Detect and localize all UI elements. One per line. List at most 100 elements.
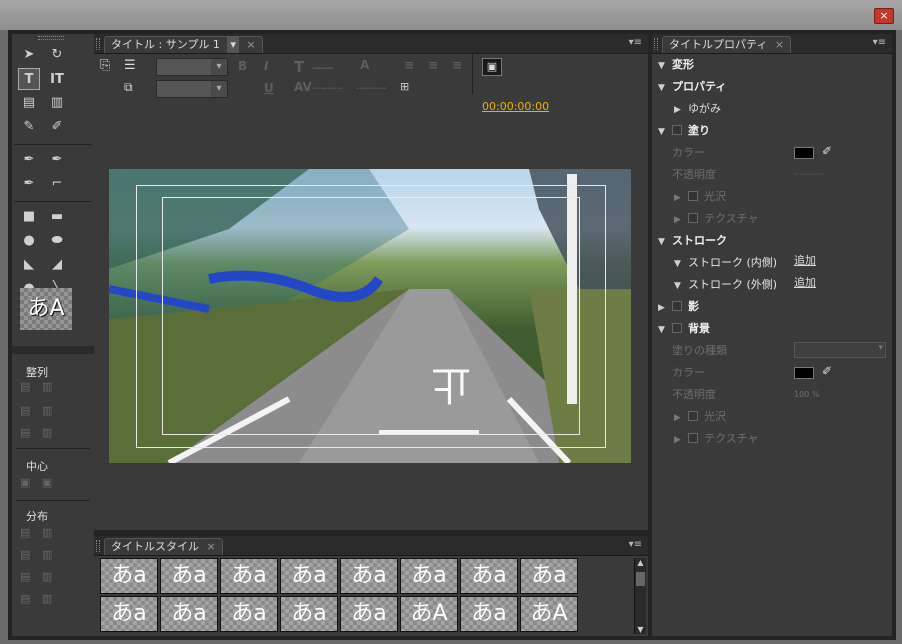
properties-section[interactable]: ▼ プロパティ — [658, 78, 726, 96]
sheen-checkbox[interactable] — [688, 191, 698, 201]
tracking-value[interactable]: ·········· — [356, 84, 386, 93]
style-swatch[interactable]: あa — [100, 558, 158, 594]
style-swatch[interactable]: あa — [520, 558, 578, 594]
outer-stroke-section[interactable]: ▼ ストローク (外側) — [674, 276, 777, 294]
style-swatch[interactable]: あa — [220, 558, 278, 594]
scroll-up-icon[interactable]: ▲ — [635, 558, 646, 567]
bold-icon[interactable]: B — [238, 59, 247, 73]
style-swatch[interactable]: あA — [400, 596, 458, 632]
delete-anchor-tool-icon[interactable]: ✒ — [46, 149, 68, 171]
style-swatch[interactable]: あa — [160, 596, 218, 632]
scroll-thumb[interactable] — [636, 572, 645, 586]
bg-texture-checkbox[interactable] — [688, 433, 698, 443]
distribute-icons[interactable]: ▤ ▥ — [20, 548, 80, 564]
bg-opacity-value[interactable]: 100 % — [794, 386, 819, 404]
distribute-icons[interactable]: ▤ ▥ — [20, 526, 80, 542]
tab-title[interactable]: タイトル : サンプル 1 ▾ × — [104, 36, 263, 53]
style-swatch[interactable]: あa — [220, 596, 278, 632]
add-inner-stroke-link[interactable]: 追加 — [794, 252, 816, 270]
close-window-button[interactable]: × — [874, 8, 894, 24]
rotate-tool-icon[interactable]: ↻ — [46, 44, 68, 66]
stroke-section[interactable]: ▼ ストローク — [658, 232, 727, 250]
shadow-section[interactable]: ▶ 影 — [658, 298, 699, 316]
distort-section[interactable]: ▶ ゆがみ — [674, 100, 721, 118]
rounded-corner-tool-icon[interactable]: ⬬ — [46, 230, 68, 252]
align-icons[interactable]: ▤ ▥ — [20, 426, 80, 442]
type-tool-icon[interactable]: T — [18, 68, 40, 90]
style-swatch[interactable]: あa — [280, 558, 338, 594]
style-swatch[interactable]: あa — [340, 596, 398, 632]
rounded-rect-tool-icon[interactable]: ▬ — [46, 206, 68, 228]
style-swatch[interactable]: あa — [100, 596, 158, 632]
arc-tool-icon[interactable]: ◢ — [46, 254, 68, 276]
bg-color-swatch[interactable] — [794, 367, 814, 379]
templates-icon[interactable]: ⧉ — [124, 80, 133, 95]
style-swatch[interactable]: あa — [280, 596, 338, 632]
scroll-down-icon[interactable]: ▼ — [635, 625, 646, 634]
close-icon[interactable]: × — [207, 540, 216, 553]
font-size-icon[interactable]: T — [294, 58, 304, 76]
panel-grip[interactable] — [38, 36, 64, 40]
roll-crawl-icon[interactable]: ☰ — [124, 58, 136, 73]
selection-tool-icon[interactable]: ➤ — [18, 44, 40, 66]
tab-title-properties[interactable]: タイトルプロパティ × — [662, 36, 792, 53]
eyedropper-icon[interactable]: ✐ — [822, 144, 832, 158]
vertical-path-type-tool-icon[interactable]: ✐ — [46, 116, 68, 138]
style-swatch[interactable]: あa — [340, 558, 398, 594]
panel-menu-icon[interactable]: ▾≡ — [873, 37, 886, 48]
style-swatch[interactable]: あa — [160, 558, 218, 594]
transform-section[interactable]: ▼ 変形 — [658, 56, 694, 74]
panel-grip[interactable] — [96, 540, 100, 552]
tab-title-styles[interactable]: タイトルスタイル × — [104, 538, 223, 555]
title-canvas[interactable]: 止 — [109, 169, 631, 463]
leading-icon[interactable]: AV — [294, 80, 312, 94]
convert-anchor-tool-icon[interactable]: ⌐ — [46, 173, 68, 195]
area-type-tool-icon[interactable]: ▤ — [18, 92, 40, 114]
background-section[interactable]: ▼ 背景 — [658, 320, 710, 338]
fill-color-swatch[interactable] — [794, 147, 814, 159]
fill-type-select[interactable]: ▾ — [794, 342, 886, 358]
background-checkbox[interactable] — [672, 323, 682, 333]
rectangle-tool-icon[interactable]: ■ — [18, 206, 40, 228]
texture-section[interactable]: ▶ テクスチャ — [674, 210, 759, 228]
add-anchor-tool-icon[interactable]: ✒ — [18, 173, 40, 195]
fill-checkbox[interactable] — [672, 125, 682, 135]
new-title-icon[interactable]: ⎘ — [100, 58, 110, 73]
fill-section[interactable]: ▼ 塗り — [658, 122, 710, 140]
font-family-select[interactable] — [156, 58, 228, 76]
align-center-icon[interactable]: ≡ — [428, 58, 438, 72]
pen-tool-icon[interactable]: ✒ — [18, 149, 40, 171]
align-icons[interactable]: ▤ ▥ — [20, 404, 80, 420]
style-swatch[interactable]: あA — [520, 596, 578, 632]
add-outer-stroke-link[interactable]: 追加 — [794, 274, 816, 292]
path-type-tool-icon[interactable]: ✎ — [18, 116, 40, 138]
style-swatch[interactable]: あa — [400, 558, 458, 594]
panel-menu-icon[interactable]: ▾≡ — [629, 539, 642, 550]
texture-checkbox[interactable] — [688, 213, 698, 223]
panel-grip[interactable] — [654, 38, 658, 50]
kerning-icon[interactable]: A — [360, 58, 369, 72]
center-icons[interactable]: ▣ ▣ — [20, 476, 80, 492]
bg-sheen-checkbox[interactable] — [688, 411, 698, 421]
distribute-icons[interactable]: ▤ ▥ — [20, 592, 80, 608]
align-left-icon[interactable]: ≡ — [404, 58, 414, 72]
timecode[interactable]: 00:00:00:00 — [482, 100, 549, 113]
shadow-checkbox[interactable] — [672, 301, 682, 311]
underline-icon[interactable]: U — [264, 81, 274, 95]
fill-opacity-value[interactable]: ············ — [794, 166, 825, 184]
leading-value[interactable]: ·········· — [312, 84, 342, 93]
wedge-tool-icon[interactable]: ◣ — [18, 254, 40, 276]
font-style-select[interactable] — [156, 80, 228, 98]
font-size-value[interactable]: ·········· — [312, 64, 333, 73]
align-icons[interactable]: ▤ ▥ — [20, 380, 80, 396]
close-icon[interactable]: × — [775, 38, 784, 51]
chevron-down-icon[interactable]: ▾ — [227, 37, 239, 53]
styles-scrollbar[interactable]: ▲ ▼ — [634, 558, 646, 634]
close-icon[interactable]: × — [246, 38, 255, 51]
clipped-rect-tool-icon[interactable]: ● — [18, 230, 40, 252]
sheen-section[interactable]: ▶ 光沢 — [674, 188, 726, 206]
vertical-type-tool-icon[interactable]: IT — [46, 69, 68, 91]
panel-menu-icon[interactable]: ▾≡ — [629, 37, 642, 48]
style-swatch[interactable]: あa — [460, 558, 518, 594]
eyedropper-icon[interactable]: ✐ — [822, 364, 832, 378]
